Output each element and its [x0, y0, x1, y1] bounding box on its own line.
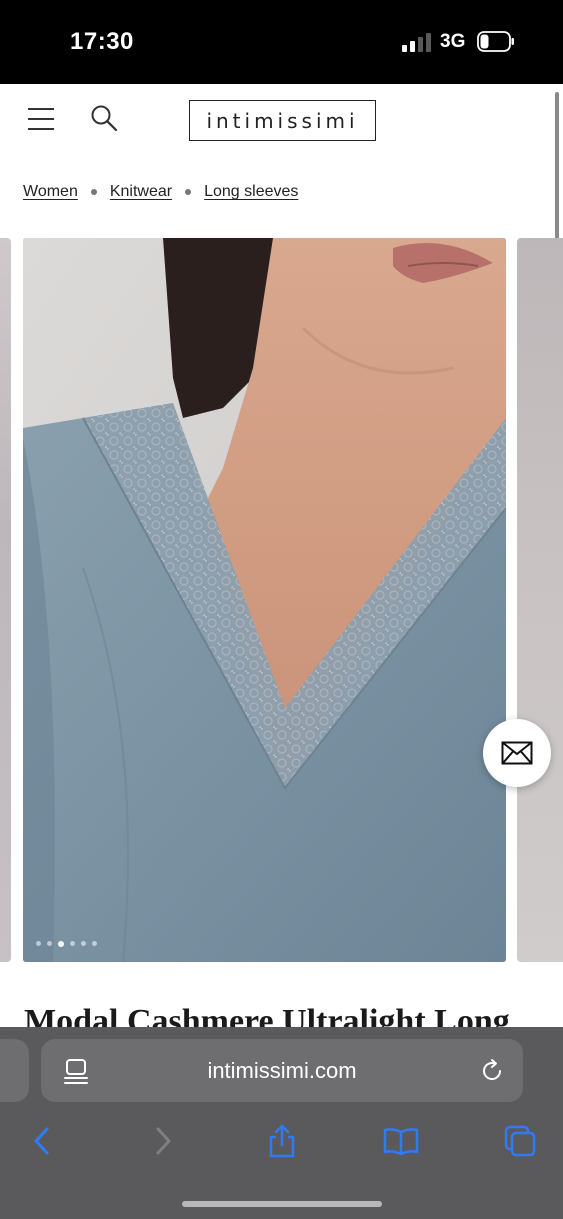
forward-icon — [156, 1127, 171, 1155]
product-gallery[interactable] — [0, 238, 563, 962]
reload-icon[interactable] — [479, 1058, 505, 1084]
breadcrumb: Women Knitwear Long sleeves — [23, 180, 298, 204]
product-title: Modal Cashmere Ultralight Long — [24, 1003, 510, 1030]
tabs-icon — [504, 1125, 536, 1157]
breadcrumb-link-women[interactable]: Women — [23, 183, 78, 201]
product-photo — [23, 238, 506, 962]
mail-icon — [501, 741, 533, 765]
browser-nav-row — [0, 1121, 563, 1161]
gallery-dot[interactable] — [36, 941, 41, 946]
breadcrumb-link-knitwear[interactable]: Knitwear — [110, 183, 172, 201]
breadcrumb-link-long-sleeves[interactable]: Long sleeves — [204, 183, 298, 201]
status-time: 17:30 — [70, 28, 134, 55]
back-icon — [34, 1127, 49, 1155]
share-button[interactable] — [262, 1121, 302, 1161]
gallery-pagination — [36, 940, 97, 947]
previous-image-peek[interactable] — [0, 238, 11, 962]
battery-icon — [477, 31, 514, 52]
gallery-dot[interactable] — [92, 941, 97, 946]
bookmarks-button[interactable] — [381, 1121, 421, 1161]
gallery-dot[interactable] — [47, 941, 52, 946]
share-icon — [269, 1124, 295, 1158]
product-image[interactable] — [23, 238, 506, 962]
search-icon[interactable] — [90, 104, 118, 132]
home-indicator[interactable] — [182, 1201, 382, 1207]
bookmarks-icon — [383, 1128, 419, 1156]
breadcrumb-separator — [90, 189, 97, 195]
previous-tab-peek[interactable] — [0, 1039, 29, 1102]
next-image-peek[interactable] — [517, 238, 563, 962]
brand-logo[interactable]: intimissimi — [189, 100, 376, 141]
tabs-button[interactable] — [500, 1121, 540, 1161]
browser-toolbar: intimissimi.com — [0, 1027, 563, 1219]
address-bar[interactable]: intimissimi.com — [41, 1039, 523, 1102]
forward-button[interactable] — [143, 1121, 183, 1161]
site-header: intimissimi — [0, 84, 555, 158]
gallery-dot[interactable] — [58, 940, 64, 947]
network-type: 3G — [440, 31, 466, 52]
gallery-dot[interactable] — [81, 941, 86, 946]
hamburger-menu-icon[interactable] — [28, 108, 54, 130]
breadcrumb-separator — [185, 189, 192, 195]
signal-strength-icon — [402, 32, 434, 52]
status-bar: 17:30 3G — [0, 0, 563, 84]
url-text[interactable]: intimissimi.com — [111, 1039, 453, 1102]
page-menu-icon[interactable] — [63, 1058, 89, 1084]
gallery-dot[interactable] — [70, 941, 75, 946]
back-button[interactable] — [22, 1121, 62, 1161]
contact-button[interactable] — [483, 719, 551, 787]
